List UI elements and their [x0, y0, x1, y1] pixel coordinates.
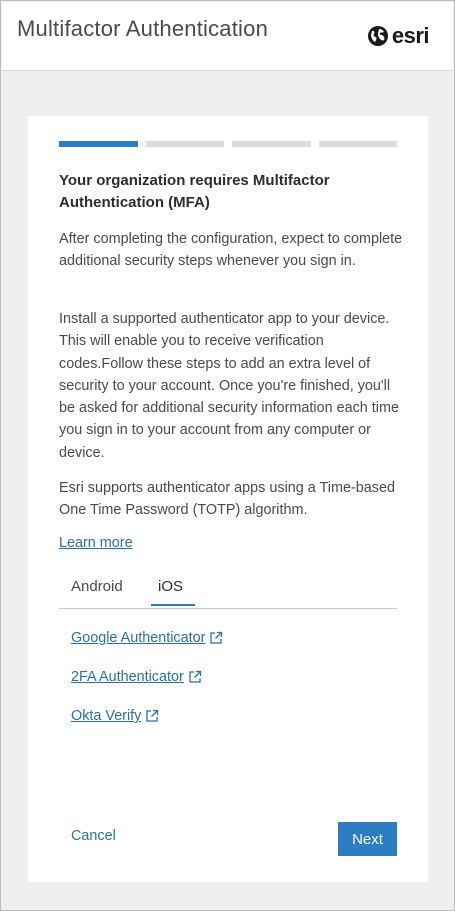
install-paragraph: Install a supported authenticator app to…	[59, 311, 399, 461]
intro-paragraph: After completing the configuration, expe…	[59, 231, 403, 270]
globe-icon	[367, 26, 388, 46]
cancel-button[interactable]: Cancel	[71, 828, 116, 844]
step-indicator-4	[318, 141, 397, 147]
external-link-icon	[146, 709, 159, 722]
2fa-authenticator-link[interactable]: 2FA Authenticator	[71, 669, 202, 685]
esri-logo: esri	[367, 23, 430, 48]
page-title: Multifactor Authentication	[17, 16, 269, 41]
totp-paragraph: Esri supports authenticator apps using a…	[59, 480, 395, 519]
step-indicator-2	[145, 141, 224, 147]
app-link-label: Google Authenticator	[71, 630, 206, 646]
top-bar: Multifactor Authentication esri	[2, 2, 453, 71]
step-progress	[59, 141, 397, 147]
okta-verify-link[interactable]: Okta Verify	[71, 708, 159, 724]
mfa-card: Your organization requires Multifactor A…	[28, 116, 428, 882]
tab-ios[interactable]: iOS	[150, 578, 196, 606]
external-link-icon	[210, 631, 223, 644]
step-indicator-1	[59, 141, 138, 147]
app-link-label: 2FA Authenticator	[71, 669, 184, 685]
mfa-heading: Your organization requires Multifactor A…	[59, 172, 330, 211]
external-link-icon	[189, 670, 201, 683]
logo-text: esri	[391, 23, 430, 48]
google-authenticator-link[interactable]: Google Authenticator	[71, 630, 223, 646]
app-link-label: Okta Verify	[71, 708, 142, 724]
platform-tabs: Android iOS	[59, 574, 397, 609]
learn-more-link[interactable]: Learn more	[59, 535, 133, 551]
page-frame: Multifactor Authentication esri Your org…	[0, 0, 455, 911]
next-button[interactable]: Next	[338, 822, 397, 856]
step-indicator-3	[232, 141, 311, 147]
tab-android[interactable]: Android	[71, 578, 123, 601]
